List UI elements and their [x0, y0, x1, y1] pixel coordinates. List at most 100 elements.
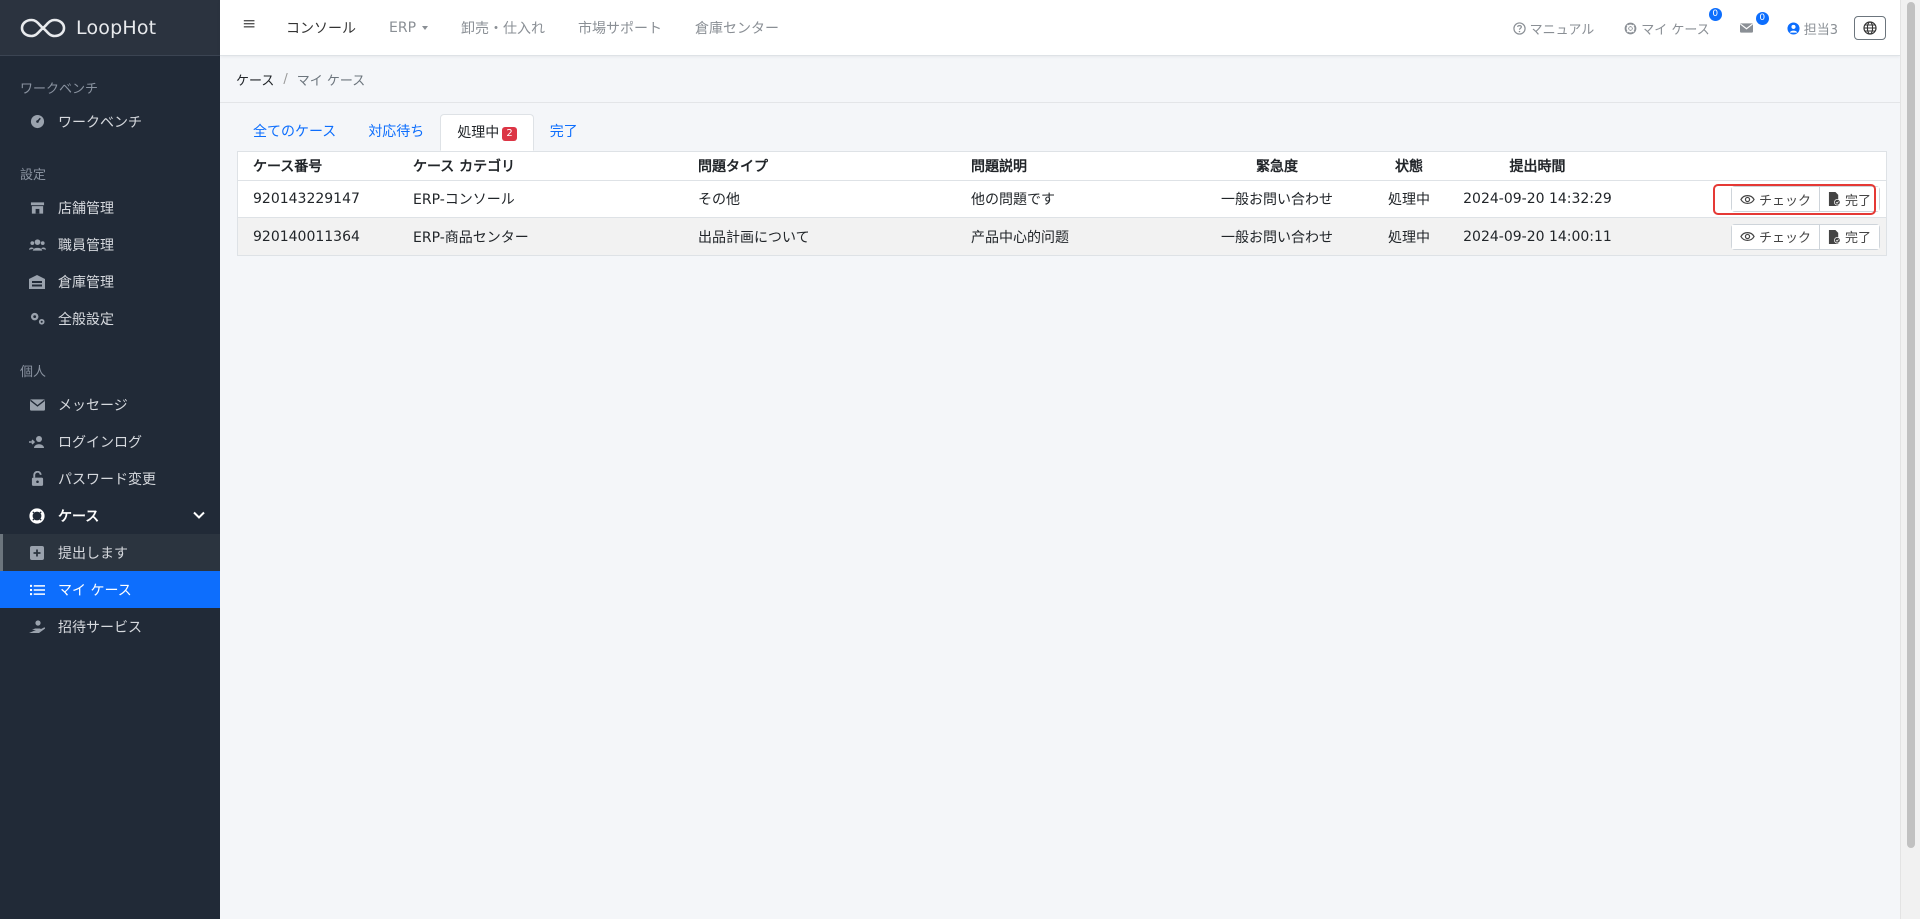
manual-label: マニュアル	[1529, 22, 1595, 38]
gears-icon	[28, 310, 46, 328]
my-case-count-badge: 0	[1708, 7, 1722, 21]
column-header: 状態	[1395, 159, 1423, 175]
sidebar-item-label: 招待サービス	[58, 619, 142, 636]
store-icon	[28, 199, 46, 217]
mail-link[interactable]: 0	[1739, 12, 1769, 33]
top-menu-console[interactable]: コンソール	[286, 18, 356, 38]
sidebar-item-label: マイ ケース	[58, 582, 132, 599]
top-menu-wholesale[interactable]: 卸売・仕入れ	[461, 18, 545, 38]
column-header: ケース カテゴリ	[413, 159, 516, 175]
table-header-row: ケース番号 ケース カテゴリ 問題タイプ 問題説明 緊急度 状態 提出時間	[238, 152, 1886, 181]
sidebar-item-label: 倉庫管理	[58, 274, 114, 291]
top-menu-warehouse-center[interactable]: 倉庫センター	[695, 18, 779, 38]
tab-label: 処理中	[457, 125, 500, 141]
table-row: 920143229147 ERP-コンソール その他 他の問題です 一般お問い合…	[238, 181, 1886, 218]
warehouse-icon	[28, 273, 46, 291]
case-table: ケース番号 ケース カテゴリ 問題タイプ 問題説明 緊急度 状態 提出時間 92…	[237, 151, 1887, 256]
envelope-icon	[28, 396, 46, 414]
sidebar-item-submit[interactable]: 提出します	[0, 534, 220, 571]
sidebar-item-workbench[interactable]: ワークベンチ	[0, 103, 220, 140]
sidebar-item-label: 提出します	[58, 545, 128, 562]
file-check-icon	[1828, 229, 1841, 244]
sidebar-item-label: 店舗管理	[58, 200, 114, 217]
mail-count-badge: 0	[1755, 12, 1769, 25]
tab-count-badge: 2	[502, 127, 517, 141]
sidebar-item-warehouse[interactable]: 倉庫管理	[0, 263, 220, 300]
column-header: 問題説明	[971, 159, 1027, 175]
issue-description: 他の問題です	[971, 192, 1055, 208]
highlight-annotation	[1713, 184, 1876, 215]
sidebar-item-my-case[interactable]: マイ ケース	[0, 571, 220, 608]
envelope-icon	[1739, 23, 1753, 33]
sidebar-item-label: 全般設定	[58, 311, 114, 328]
plus-square-icon	[28, 544, 46, 562]
language-button[interactable]	[1854, 16, 1886, 40]
sidebar-item-messages[interactable]: メッセージ	[0, 386, 220, 423]
issue-description: 产品中心的问题	[971, 229, 1069, 246]
case-number: 920143229147	[253, 191, 360, 207]
chevron-down-icon[interactable]	[192, 508, 206, 522]
complete-button[interactable]: 完了	[1818, 224, 1879, 249]
breadcrumb-divider	[220, 102, 1900, 103]
user-circle-icon	[1787, 21, 1800, 35]
check-button[interactable]: チェック	[1731, 224, 1819, 249]
column-header: 提出時間	[1509, 159, 1566, 175]
lifebuoy-icon	[1624, 22, 1637, 34]
nav-section-workbench: ワークベンチ	[20, 82, 99, 97]
breadcrumb: ケース / マイ ケース	[236, 70, 365, 89]
top-navbar: ≡ コンソール ERP 卸売・仕入れ 市場サポート 倉庫センター マニュアル マ…	[220, 0, 1900, 56]
case-tabs: 全てのケース 対応待ち 処理中 2 完了	[237, 114, 594, 151]
tab-in-progress[interactable]: 処理中 2	[440, 114, 534, 151]
user-name: 担当3	[1803, 22, 1838, 38]
action-button-group: チェック 完了	[1730, 223, 1880, 250]
unlock-icon	[28, 470, 46, 488]
question-circle-icon	[1512, 21, 1526, 35]
infinity-logo-icon	[20, 18, 66, 37]
brand[interactable]: LoopHot	[0, 0, 220, 56]
sidebar-item-invite[interactable]: 招待サービス	[0, 608, 220, 645]
sidebar-item-login-log[interactable]: ログインログ	[0, 423, 220, 460]
sidebar-item-label: ログインログ	[58, 434, 142, 451]
status: 処理中	[1388, 229, 1430, 246]
hand-holding-icon	[28, 618, 46, 636]
sidebar-item-label: 職員管理	[58, 237, 114, 254]
row-actions: チェック 完了	[1615, 223, 1886, 250]
user-menu[interactable]: 担当3	[1787, 19, 1838, 38]
breadcrumb-separator: /	[283, 72, 288, 87]
column-header: 緊急度	[1256, 159, 1298, 175]
top-menu-market-support[interactable]: 市場サポート	[578, 18, 662, 38]
nav-section-personal: 個人	[20, 365, 47, 380]
top-menu: コンソール ERP 卸売・仕入れ 市場サポート 倉庫センター	[286, 0, 812, 56]
breadcrumb-current: マイ ケース	[296, 74, 366, 89]
sidebar-item-label: パスワード変更	[58, 471, 156, 488]
eye-icon	[1740, 232, 1755, 241]
hamburger-menu-icon[interactable]: ≡	[242, 14, 256, 34]
tab-completed[interactable]: 完了	[534, 114, 594, 151]
top-menu-erp-label: ERP	[389, 20, 417, 36]
lifebuoy-icon	[28, 507, 46, 525]
check-button-label: チェック	[1758, 231, 1811, 246]
sidebar-item-general-settings[interactable]: 全般設定	[0, 300, 220, 337]
scrollbar-thumb[interactable]	[1907, 2, 1915, 848]
sidebar-item-label: ケース	[58, 508, 100, 525]
my-case-label: マイ ケース	[1641, 22, 1710, 38]
issue-type: その他	[698, 192, 740, 208]
vertical-scrollbar[interactable]	[1900, 0, 1920, 919]
sidebar: LoopHot ワークベンチ ワークベンチ 設定 店舗管理 職員管理 倉庫管理 …	[0, 0, 220, 919]
my-case-link[interactable]: マイ ケース 0	[1624, 7, 1722, 38]
breadcrumb-root[interactable]: ケース	[236, 70, 274, 89]
tab-waiting[interactable]: 対応待ち	[352, 114, 440, 151]
submitted-time: 2024-09-20 14:32:29	[1463, 191, 1612, 207]
column-header: 問題タイプ	[698, 159, 768, 175]
table-row: 920140011364 ERP-商品センター 出品計画について 产品中心的问题…	[238, 218, 1886, 255]
sidebar-item-password[interactable]: パスワード変更	[0, 460, 220, 497]
manual-link[interactable]: マニュアル	[1512, 19, 1595, 38]
sidebar-item-staff[interactable]: 職員管理	[0, 226, 220, 263]
sidebar-item-store[interactable]: 店舗管理	[0, 189, 220, 226]
case-number: 920140011364	[253, 228, 360, 245]
sidebar-item-label: ワークベンチ	[58, 114, 142, 131]
tab-all-cases[interactable]: 全てのケース	[237, 114, 352, 151]
case-category: ERP-商品センター	[413, 229, 529, 246]
sidebar-item-case[interactable]: ケース	[0, 497, 220, 534]
top-menu-erp[interactable]: ERP	[389, 20, 429, 36]
